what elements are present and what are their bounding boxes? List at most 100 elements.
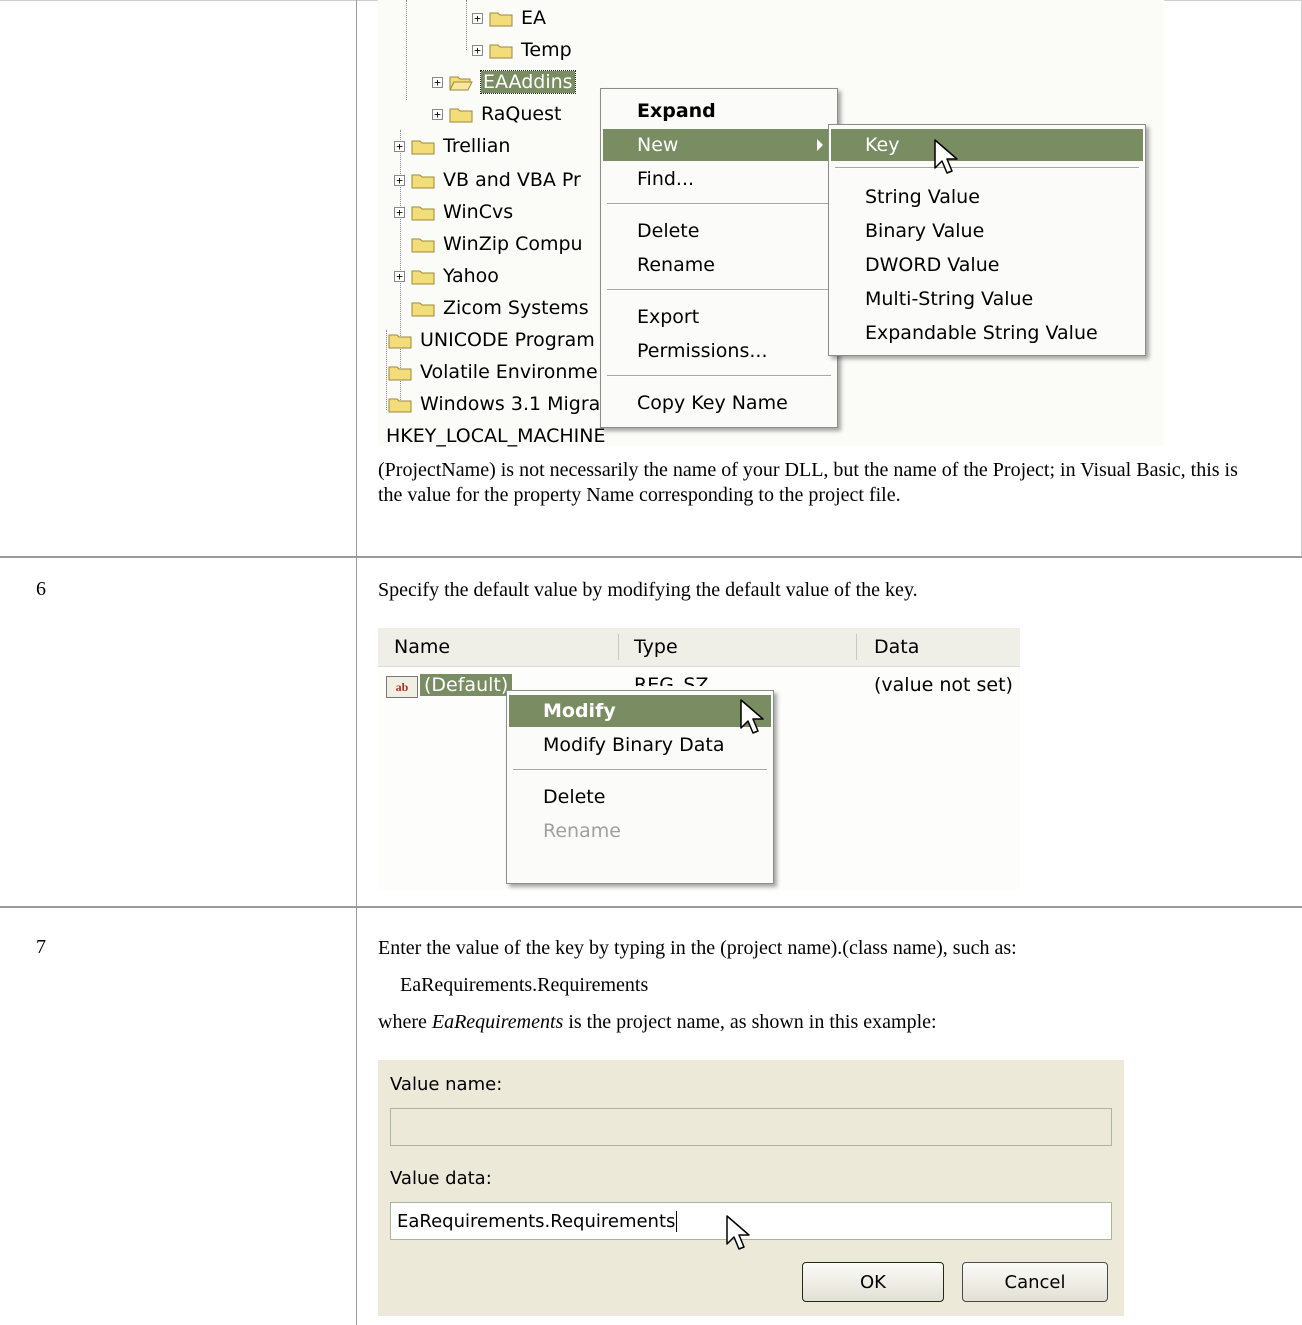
- column-header-data[interactable]: Data: [874, 636, 919, 658]
- row-divider: [0, 906, 1302, 908]
- header-separator: [618, 634, 619, 660]
- expand-icon[interactable]: +: [394, 270, 405, 282]
- string-value-icon: ab: [386, 676, 418, 698]
- menu-item-label: Expandable String Value: [865, 322, 1098, 344]
- cancel-button-label: Cancel: [1004, 1271, 1066, 1293]
- menu-item-expand[interactable]: Expand: [603, 95, 835, 127]
- tree-item-label: Trellian: [443, 135, 511, 157]
- folder-icon: [411, 238, 435, 252]
- menu-item-multi-string-value[interactable]: Multi-String Value: [831, 283, 1143, 315]
- menu-item-export[interactable]: Export: [603, 301, 835, 333]
- tree-item[interactable]: Zicom Systems: [411, 294, 589, 322]
- folder-icon: [489, 44, 513, 58]
- expand-icon[interactable]: +: [394, 206, 405, 218]
- menu-item-modify[interactable]: Modify: [509, 695, 771, 727]
- mouse-cursor-icon: [726, 1215, 750, 1250]
- menu-item-delete[interactable]: Delete: [603, 215, 835, 247]
- tree-item[interactable]: + Temp: [472, 36, 572, 64]
- step-number: 7: [36, 936, 46, 958]
- expand-icon[interactable]: +: [394, 174, 405, 186]
- menu-item-rename[interactable]: Rename: [603, 249, 835, 281]
- tree-item[interactable]: UNICODE Program: [388, 326, 595, 354]
- menu-item-label: Export: [637, 306, 700, 328]
- folder-icon: [411, 140, 435, 154]
- mouse-cursor-icon: [934, 139, 958, 174]
- column-header-name[interactable]: Name: [394, 636, 450, 658]
- tree-item-label: Temp: [521, 39, 572, 61]
- tree-item[interactable]: + WinCvs: [394, 198, 513, 226]
- menu-item-label: Delete: [637, 220, 700, 242]
- where-suffix: is the project name, as shown in this ex…: [563, 1011, 937, 1033]
- menu-separator: [607, 203, 831, 205]
- tree-item[interactable]: + RaQuest: [432, 100, 561, 128]
- ok-button-label: OK: [860, 1271, 886, 1293]
- menu-separator: [607, 289, 831, 291]
- menu-item-find[interactable]: Find...: [603, 163, 835, 195]
- menu-item-modify-binary-data[interactable]: Modify Binary Data: [509, 729, 771, 761]
- step-text: Enter the value of the key by typing in …: [378, 937, 1017, 959]
- row-divider: [0, 556, 1302, 558]
- expand-icon[interactable]: +: [432, 108, 443, 120]
- where-prefix: where: [378, 1011, 432, 1033]
- tree-item[interactable]: Windows 3.1 Migra: [388, 390, 600, 418]
- menu-item-string-value[interactable]: String Value: [831, 181, 1143, 213]
- expand-icon[interactable]: +: [394, 140, 405, 152]
- new-submenu: Key String Value Binary Value DWORD Valu…: [828, 124, 1146, 356]
- value-name-field[interactable]: [390, 1108, 1112, 1146]
- tree-item[interactable]: + EA: [472, 4, 546, 32]
- menu-item-key[interactable]: Key: [831, 129, 1143, 161]
- menu-item-binary-value[interactable]: Binary Value: [831, 215, 1143, 247]
- menu-item-rename: Rename: [509, 815, 771, 847]
- folder-icon: [388, 334, 412, 348]
- menu-item-expandable-string-value[interactable]: Expandable String Value: [831, 317, 1143, 349]
- menu-separator: [513, 769, 767, 771]
- tree-line: [466, 0, 467, 50]
- expand-icon[interactable]: +: [472, 12, 483, 24]
- tree-item-label: WinCvs: [443, 201, 514, 223]
- tree-item-label: VB and VBA Pr: [443, 169, 581, 191]
- ok-button[interactable]: OK: [802, 1262, 944, 1302]
- tree-item[interactable]: + Yahoo: [394, 262, 499, 290]
- mouse-cursor-icon: [740, 699, 764, 734]
- menu-item-dword-value[interactable]: DWORD Value: [831, 249, 1143, 281]
- value-data-text: EaRequirements.Requirements: [397, 1210, 678, 1232]
- tree-item[interactable]: WinZip Compu: [411, 230, 583, 258]
- value-name-label: Value name:: [390, 1074, 503, 1095]
- folder-icon: [411, 174, 435, 188]
- menu-item-label: Multi-String Value: [865, 288, 1034, 310]
- tree-root-label: HKEY_LOCAL_MACHINE: [386, 422, 606, 450]
- edit-string-dialog: Value name: Value data: EaRequirements.R…: [378, 1060, 1124, 1316]
- expand-icon[interactable]: +: [432, 76, 443, 88]
- folder-icon: [411, 302, 435, 316]
- tree-item-label: EAAddins: [480, 70, 576, 94]
- cancel-button[interactable]: Cancel: [962, 1262, 1108, 1302]
- step-number: 6: [36, 578, 46, 600]
- menu-item-label: Permissions...: [637, 340, 768, 362]
- menu-item-label: Copy Key Name: [637, 392, 788, 414]
- menu-item-label: Expand: [637, 100, 716, 122]
- tree-item[interactable]: + Trellian: [394, 132, 510, 160]
- tree-item-label: UNICODE Program: [420, 329, 595, 351]
- menu-separator: [607, 375, 831, 377]
- expand-icon[interactable]: +: [472, 44, 483, 56]
- menu-item-copy-key-name[interactable]: Copy Key Name: [603, 387, 835, 419]
- folder-icon: [388, 366, 412, 380]
- tree-item[interactable]: Volatile Environme: [388, 358, 598, 386]
- column-header-type[interactable]: Type: [634, 636, 678, 658]
- column-divider: [356, 0, 357, 1325]
- menu-item-label: DWORD Value: [865, 254, 1000, 276]
- open-folder-icon: [449, 76, 473, 90]
- folder-icon: [411, 206, 435, 220]
- menu-item-new[interactable]: New: [603, 129, 835, 161]
- menu-item-label: Delete: [543, 786, 606, 808]
- value-type: REG_SZ: [634, 674, 709, 686]
- tree-item-selected[interactable]: + EAAddins: [432, 68, 576, 96]
- tree-item-label: EA: [521, 7, 547, 29]
- tree-item-label: WinZip Compu: [443, 233, 583, 255]
- example-value: EaRequirements.Requirements: [400, 974, 649, 996]
- menu-item-delete[interactable]: Delete: [509, 781, 771, 813]
- tree-item[interactable]: + VB and VBA Pr: [394, 166, 581, 194]
- tree-item-label: RaQuest: [481, 103, 562, 125]
- menu-item-permissions[interactable]: Permissions...: [603, 335, 835, 367]
- tree-item-label: Windows 3.1 Migra: [420, 393, 601, 415]
